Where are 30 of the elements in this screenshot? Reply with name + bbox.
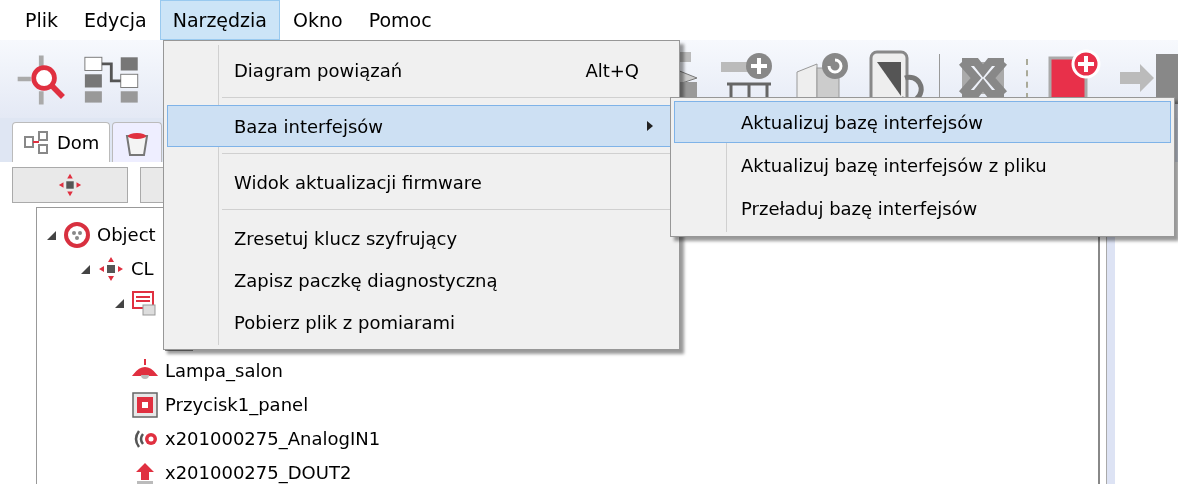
cross-arrows-icon [57, 172, 83, 198]
menu-item[interactable]: Pobierz plik z pomiarami [167, 301, 676, 343]
objects-icon [63, 221, 91, 249]
tree-item-label[interactable]: Object [97, 225, 156, 245]
menu-item[interactable]: Plik [12, 0, 72, 40]
menu-item[interactable]: Okno [280, 0, 356, 40]
expand-arrow-icon[interactable] [79, 263, 91, 275]
nodes-icon [23, 128, 51, 157]
submenu-arrow-icon [645, 119, 655, 133]
tab[interactable] [112, 122, 163, 162]
menu-item[interactable]: Narzędzia [159, 0, 280, 40]
expand-arrow-icon[interactable] [113, 297, 125, 309]
cross-arrows-icon [97, 255, 125, 283]
tree-item-label[interactable]: x201000275_AnalogIN1 [165, 429, 381, 449]
menu-item[interactable]: Pomoc [355, 0, 445, 40]
menu-item[interactable]: Przeładuj bazę interfejsów [674, 187, 1171, 229]
panel-button-icon [131, 391, 159, 419]
shortcut-label: Alt+Q [585, 59, 639, 81]
tree-item-label[interactable]: Przycisk1_panel [165, 395, 309, 415]
menu-item[interactable]: Zapisz paczkę diagnostyczną [167, 259, 676, 301]
module-icon [131, 289, 159, 317]
cluster-button[interactable] [12, 167, 128, 203]
tree-item-label[interactable]: CL [131, 259, 154, 279]
menu-item[interactable]: Aktualizuj bazę interfejsów z pliku [674, 144, 1171, 186]
tree-item-label[interactable]: x201000275_DOUT2 [165, 463, 352, 483]
menu-item[interactable]: Edycja [71, 0, 160, 40]
tab[interactable]: Dom [12, 122, 111, 162]
menu-item[interactable]: Aktualizuj bazę interfejsów [674, 101, 1171, 143]
expand-arrow-icon[interactable] [45, 229, 57, 241]
tree-item-label[interactable]: Lampa_salon [165, 361, 283, 381]
